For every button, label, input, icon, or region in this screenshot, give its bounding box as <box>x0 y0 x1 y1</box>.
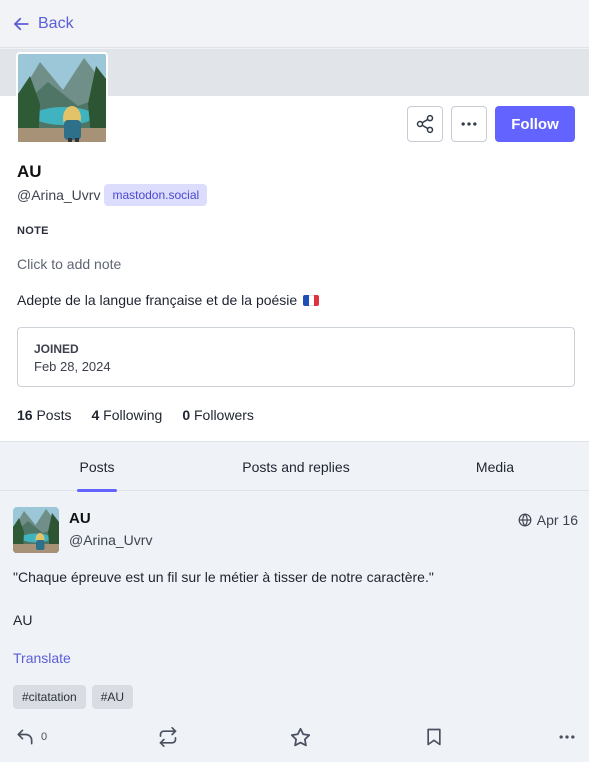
reply-count: 0 <box>41 731 48 743</box>
translate-button[interactable]: Translate <box>13 650 71 666</box>
more-icon <box>461 122 477 126</box>
hashtag-au[interactable]: #AU <box>91 685 134 709</box>
following-count-link[interactable]: 4 Following <box>91 407 162 423</box>
status-timestamp[interactable]: Apr 16 <box>518 512 578 528</box>
active-tab-indicator <box>77 489 117 492</box>
status-avatar[interactable] <box>13 507 59 553</box>
bio-text: Adepte de la langue française et de la p… <box>17 292 298 308</box>
joined-field: JOINED Feb 28, 2024 <box>17 327 575 387</box>
tab-posts-and-replies-label: Posts and replies <box>242 458 350 475</box>
status-display-name[interactable]: AU <box>69 510 91 527</box>
note-label: NOTE <box>17 225 49 237</box>
status-account-handle[interactable]: @Arina_Uvrv <box>69 532 152 548</box>
more-options-button[interactable] <box>451 106 487 142</box>
profile-tabs: Posts Posts and replies Media <box>0 441 589 492</box>
following-count: 4 <box>91 407 100 423</box>
tab-posts-label: Posts <box>79 458 115 475</box>
joined-date: Feb 28, 2024 <box>34 359 111 374</box>
reply-icon <box>17 729 33 745</box>
back-label: Back <box>38 15 74 32</box>
avatar-image <box>13 507 59 553</box>
star-icon <box>290 727 311 746</box>
status-more-button[interactable] <box>557 725 577 749</box>
tab-posts[interactable]: Posts <box>57 442 137 492</box>
account-handle: @Arina_Uvrv <box>17 187 101 203</box>
tab-media-label: Media <box>475 458 515 475</box>
followers-count: 0 <box>182 407 191 423</box>
boost-icon <box>159 727 177 747</box>
follow-button[interactable]: Follow <box>495 106 575 142</box>
posts-count-link[interactable]: 16 Posts <box>17 407 71 423</box>
profile-avatar[interactable] <box>16 52 108 144</box>
favourite-button[interactable] <box>290 725 311 749</box>
following-count-label: Following <box>103 407 163 423</box>
share-button[interactable] <box>407 106 443 142</box>
display-name: AU <box>17 162 42 181</box>
status-signature: AU <box>13 612 33 628</box>
bookmark-button[interactable] <box>424 725 444 749</box>
hashtag-bar: #citatation #AU <box>13 685 139 709</box>
note-input[interactable]: Click to add note <box>17 256 121 272</box>
share-icon <box>416 114 434 134</box>
bookmark-icon <box>427 728 441 746</box>
joined-label: JOINED <box>34 342 79 356</box>
followers-count-label: Followers <box>194 407 254 423</box>
reply-button[interactable]: 0 <box>15 725 47 749</box>
arrow-left-icon <box>14 17 29 31</box>
avatar-image <box>18 54 106 142</box>
status-time-text: Apr 16 <box>536 512 578 528</box>
back-bar: Back <box>0 0 589 48</box>
globe-icon <box>518 513 532 527</box>
status-content: "Chaque épreuve est un fil sur le métier… <box>13 569 434 585</box>
tab-media[interactable]: Media <box>455 442 535 491</box>
profile-counts: 16 Posts 4 Following 0 Followers <box>17 407 274 423</box>
tab-posts-and-replies[interactable]: Posts and replies <box>216 442 376 491</box>
account-row: @Arina_Uvrv mastodon.social <box>17 183 208 207</box>
domain-badge[interactable]: mastodon.social <box>104 184 208 206</box>
followers-count-link[interactable]: 0 Followers <box>182 407 254 423</box>
profile-bio: Adepte de la langue française et de la p… <box>17 292 320 308</box>
boost-button[interactable] <box>158 725 178 749</box>
status-action-bar: 0 <box>0 725 589 749</box>
more-icon <box>559 735 575 739</box>
france-flag-icon <box>303 294 320 306</box>
posts-count-label: Posts <box>36 407 72 423</box>
back-button[interactable]: Back <box>12 12 74 36</box>
hashtag-citatation[interactable]: #citatation <box>13 685 86 709</box>
posts-count: 16 <box>17 407 33 423</box>
